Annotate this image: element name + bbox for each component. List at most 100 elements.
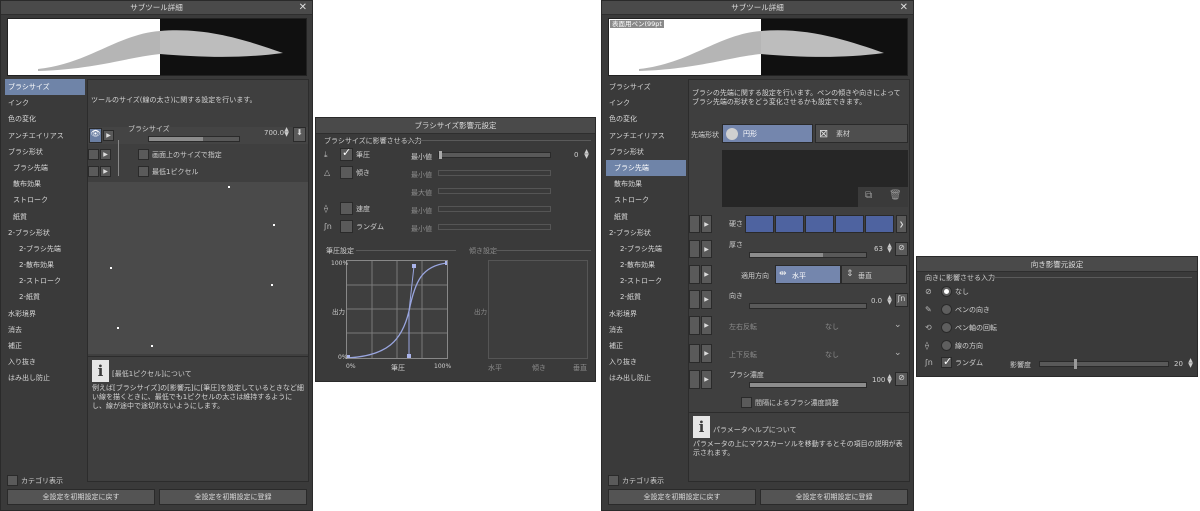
sidebar-item[interactable]: ブラシサイズ: [5, 79, 85, 96]
tip-material-button[interactable]: ⊠ 素材: [815, 124, 908, 143]
sidebar-item[interactable]: 2-ブラシ形状: [606, 225, 686, 241]
add-material-icon[interactable]: ⧉: [865, 190, 872, 201]
sidebar-item[interactable]: 消去: [606, 322, 686, 338]
sidebar-item[interactable]: 散布効果: [5, 176, 85, 192]
chevron-down-icon[interactable]: ⌄: [894, 348, 902, 358]
sidebar-item[interactable]: 2-ストローク: [606, 273, 686, 289]
sidebar-item[interactable]: ブラシ形状: [606, 144, 686, 160]
influence-slider[interactable]: [1039, 359, 1169, 369]
hardness-segment[interactable]: [865, 215, 894, 233]
input-checkbox[interactable]: [340, 220, 353, 233]
influence-icon[interactable]: ʃn: [895, 293, 908, 307]
influence-slider[interactable]: [438, 151, 551, 159]
sidebar-item[interactable]: はみ出し防止: [5, 370, 85, 386]
sidebar-item[interactable]: インク: [606, 95, 686, 111]
expand-arrow[interactable]: ▶: [100, 149, 111, 160]
eye-icon[interactable]: 👁: [89, 128, 102, 143]
expand-arrow[interactable]: ▶: [701, 240, 712, 258]
sidebar-item[interactable]: はみ出し防止: [606, 370, 686, 386]
category-checkbox[interactable]: [7, 475, 18, 486]
hardness-segment[interactable]: [775, 215, 804, 233]
sidebar-item[interactable]: ブラシ先端: [5, 160, 85, 176]
sidebar-item[interactable]: 紙質: [606, 209, 686, 225]
hardness-segment[interactable]: [835, 215, 864, 233]
flip-v-value[interactable]: なし: [825, 350, 839, 360]
sidebar-item[interactable]: 2-ストローク: [5, 273, 85, 289]
random-checkbox[interactable]: [941, 355, 952, 368]
thickness-spinner[interactable]: ▲ ▼: [886, 243, 893, 254]
close-icon[interactable]: ✕: [900, 1, 908, 15]
option-radio[interactable]: [941, 340, 952, 351]
flip-h-value[interactable]: なし: [825, 322, 839, 332]
direction-spinner[interactable]: ▲ ▼: [886, 295, 893, 306]
sidebar-item[interactable]: アンチエイリアス: [5, 128, 85, 144]
sidebar-item[interactable]: インク: [5, 95, 85, 111]
sidebar-item[interactable]: 2-散布効果: [606, 257, 686, 273]
expand-arrow[interactable]: ▶: [701, 370, 712, 389]
direction-slider[interactable]: [749, 303, 867, 309]
chevron-down-icon[interactable]: ⌄: [894, 320, 902, 330]
sidebar-item[interactable]: 色の変化: [5, 111, 85, 127]
register-all-button[interactable]: 全設定を初期設定に登録: [159, 489, 307, 505]
pressure-graph[interactable]: [346, 260, 448, 359]
influence-slider[interactable]: [438, 206, 551, 212]
sidebar-item[interactable]: 2-ブラシ先端: [5, 241, 85, 257]
sidebar-item[interactable]: 2-散布効果: [5, 257, 85, 273]
input-checkbox[interactable]: [340, 202, 353, 215]
sidebar-item[interactable]: 補正: [606, 338, 686, 354]
sidebar-item[interactable]: 水彩境界: [606, 306, 686, 322]
influence-spinner[interactable]: ▲ ▼: [1187, 358, 1194, 369]
pressure-curve[interactable]: [347, 261, 447, 358]
sidebar-item[interactable]: ストローク: [606, 192, 686, 208]
min-pixel-checkbox[interactable]: [138, 166, 149, 177]
sidebar-item[interactable]: ブラシ先端: [606, 159, 686, 177]
vertical-button[interactable]: ⇕ 垂直: [841, 265, 907, 284]
category-checkbox[interactable]: [608, 475, 619, 486]
slider-spinner[interactable]: ▲ ▼: [583, 149, 590, 160]
sidebar-item[interactable]: 入り抜き: [606, 354, 686, 370]
sidebar-item[interactable]: 入り抜き: [5, 354, 85, 370]
hardness-next-button[interactable]: ❯: [896, 215, 907, 233]
sidebar-item[interactable]: ブラシサイズ: [606, 79, 686, 95]
sidebar-item[interactable]: 消去: [5, 322, 85, 338]
input-checkbox[interactable]: [340, 146, 353, 161]
option-radio[interactable]: [941, 286, 952, 297]
spacing-density-checkbox[interactable]: [741, 397, 752, 408]
slider-handle[interactable]: [1074, 359, 1077, 369]
reset-all-button[interactable]: 全設定を初期設定に戻す: [608, 489, 756, 505]
sidebar-item[interactable]: 水彩境界: [5, 306, 85, 322]
density-spinner[interactable]: ▲ ▼: [886, 374, 893, 385]
sidebar-item[interactable]: 散布効果: [606, 176, 686, 192]
sidebar-item[interactable]: ブラシ形状: [5, 144, 85, 160]
expand-arrow[interactable]: ▶: [100, 166, 111, 177]
sidebar-item[interactable]: 補正: [5, 338, 85, 354]
tip-circle-button[interactable]: 円形: [722, 124, 813, 143]
brush-size-slider[interactable]: [148, 136, 240, 142]
hardness-segment[interactable]: [745, 215, 774, 233]
material-list[interactable]: ⧉ 🗑: [722, 150, 908, 207]
reset-all-button[interactable]: 全設定を初期設定に戻す: [7, 489, 155, 505]
expand-arrow[interactable]: ▶: [103, 130, 114, 141]
sidebar-item[interactable]: 2-紙質: [606, 289, 686, 305]
reset-icon[interactable]: ⊘: [895, 242, 908, 256]
sidebar-item[interactable]: 2-紙質: [5, 289, 85, 305]
horizontal-button[interactable]: ⇹ 水平: [775, 265, 841, 284]
expand-arrow[interactable]: ▶: [701, 316, 712, 335]
influence-slider[interactable]: [438, 224, 551, 230]
sidebar-item[interactable]: 2-ブラシ先端: [606, 241, 686, 257]
expand-arrow[interactable]: ▶: [701, 215, 712, 233]
register-all-button[interactable]: 全設定を初期設定に登録: [760, 489, 908, 505]
hardness-segment[interactable]: [805, 215, 834, 233]
input-checkbox[interactable]: [340, 166, 353, 179]
expand-arrow[interactable]: ▶: [701, 344, 712, 363]
thickness-slider[interactable]: [749, 252, 867, 258]
sidebar-item[interactable]: ストローク: [5, 192, 85, 208]
influence-slider[interactable]: [438, 188, 551, 194]
expand-arrow[interactable]: ▶: [701, 265, 712, 284]
sidebar-item[interactable]: 2-ブラシ形状: [5, 225, 85, 241]
expand-arrow[interactable]: ▶: [701, 290, 712, 309]
reset-icon[interactable]: ⊘: [895, 372, 908, 386]
influence-slider[interactable]: [438, 170, 551, 176]
option-radio[interactable]: [941, 322, 952, 333]
brush-size-spinner[interactable]: ▲ ▼: [283, 127, 290, 138]
